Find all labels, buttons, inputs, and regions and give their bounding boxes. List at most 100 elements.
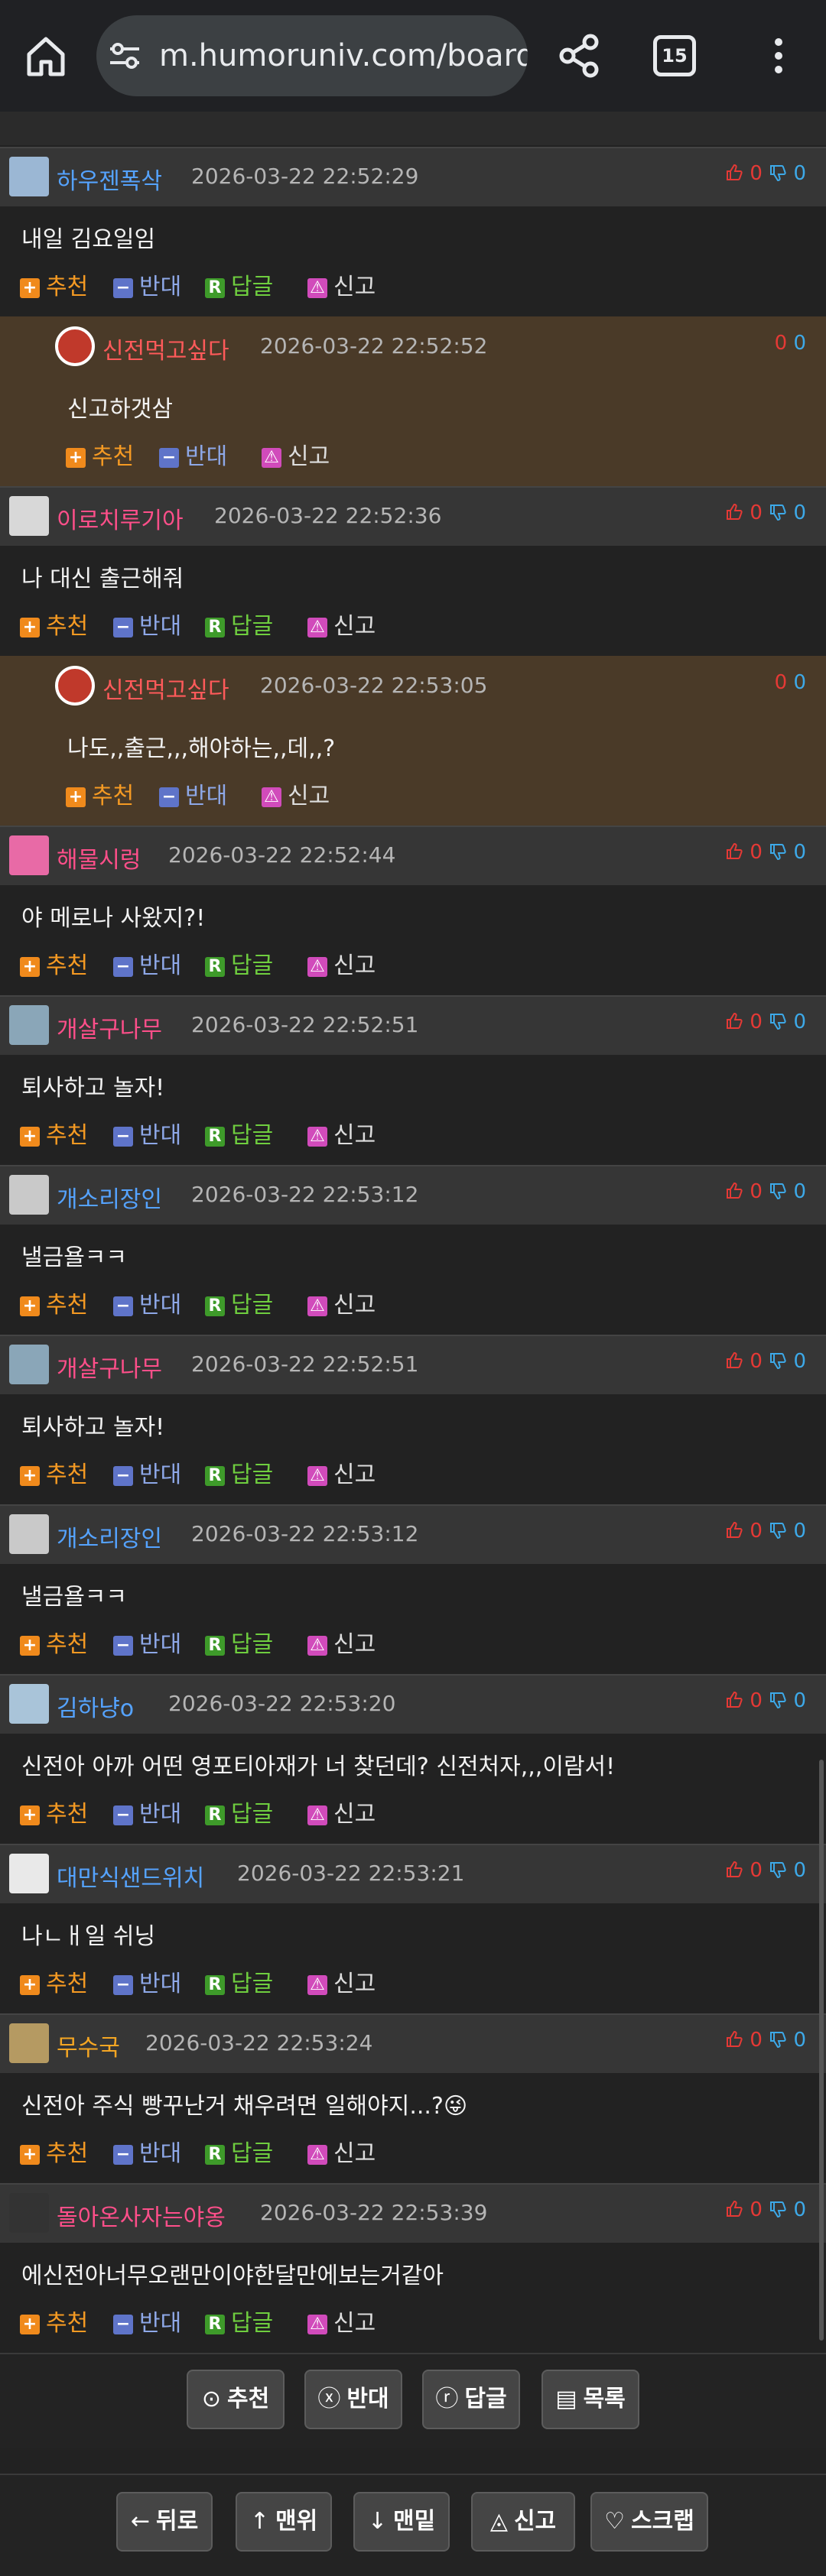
report-button[interactable]: ⚠ 신고 (307, 1799, 376, 1830)
recommend-circle-button[interactable]: ⊙ 추천 (187, 2370, 285, 2429)
oppose-button[interactable]: − 반대 (113, 1799, 181, 1830)
recommend-button[interactable]: + 추천 (20, 2308, 88, 2339)
report-button[interactable]: ⚠ 신고 (307, 1969, 376, 2000)
recommend-button[interactable]: + 추천 (20, 951, 88, 981)
recommend-button[interactable]: + 추천 (20, 1799, 88, 1830)
downvote-count[interactable]: 0 (769, 1350, 806, 1373)
scrollbar[interactable] (819, 1760, 824, 2341)
tune-icon[interactable] (104, 35, 145, 76)
downvote-count[interactable]: 0 (769, 2198, 806, 2221)
downvote-count[interactable]: 0 (769, 501, 806, 524)
oppose-button[interactable]: − 반대 (113, 1969, 181, 2000)
recommend-button[interactable]: + 추천 (20, 272, 88, 303)
oppose-button[interactable]: − 반대 (159, 781, 227, 812)
upvote-count[interactable]: 0 (725, 1859, 763, 1882)
upvote-count[interactable]: 0 (725, 1689, 763, 1712)
downvote-count[interactable]: 0 (769, 841, 806, 864)
downvote-count[interactable]: 0 (769, 1689, 806, 1712)
downvote-count[interactable]: 0 (769, 1859, 806, 1882)
reply-circle-button[interactable]: ⓡ 답글 (422, 2370, 520, 2429)
avatar[interactable] (9, 496, 49, 536)
comment-author[interactable]: 해물시렁 (57, 841, 141, 874)
report-button[interactable]: ◬ 신고 (471, 2492, 575, 2552)
upvote-count[interactable]: 0 (775, 332, 788, 355)
report-button[interactable]: ⚠ 신고 (262, 442, 330, 472)
reply-button[interactable]: R 답글 (205, 2139, 273, 2169)
avatar[interactable] (9, 1854, 49, 1893)
report-button[interactable]: ⚠ 신고 (307, 1630, 376, 1660)
comment-author[interactable]: 개소리장인 (57, 1180, 162, 1214)
upvote-count[interactable]: 0 (725, 501, 763, 524)
downvote-count[interactable]: 0 (769, 1011, 806, 1033)
upvote-count[interactable]: 0 (725, 1350, 763, 1373)
reply-button[interactable]: R 답글 (205, 1630, 273, 1660)
share-button[interactable] (551, 27, 609, 85)
reply-button[interactable]: R 답글 (205, 1121, 273, 1151)
avatar[interactable] (9, 157, 49, 196)
recommend-button[interactable]: + 추천 (20, 612, 88, 642)
arrow-up-button[interactable]: ↑ 맨위 (236, 2492, 332, 2552)
oppose-button[interactable]: − 반대 (113, 2139, 181, 2169)
oppose-button[interactable]: − 반대 (159, 442, 227, 472)
avatar[interactable] (9, 1345, 49, 1384)
oppose-button[interactable]: − 반대 (113, 272, 181, 303)
avatar[interactable] (9, 2193, 49, 2233)
tabs-button[interactable]: 15 (653, 35, 696, 76)
recommend-button[interactable]: + 추천 (20, 1460, 88, 1491)
oppose-button[interactable]: − 반대 (113, 612, 181, 642)
recommend-button[interactable]: + 추천 (20, 1630, 88, 1660)
address-bar[interactable]: m.humoruniv.com/board/read (96, 15, 528, 96)
upvote-count[interactable]: 0 (725, 1520, 763, 1543)
recommend-button[interactable]: + 추천 (66, 781, 134, 812)
reply-button[interactable]: R 답글 (205, 1799, 273, 1830)
upvote-count[interactable]: 0 (775, 671, 788, 694)
more-menu-button[interactable] (757, 27, 800, 85)
reply-button[interactable]: R 답글 (205, 612, 273, 642)
upvote-count[interactable]: 0 (725, 1180, 763, 1203)
avatar[interactable] (9, 1514, 49, 1554)
upvote-count[interactable]: 0 (725, 2198, 763, 2221)
reply-button[interactable]: R 답글 (205, 1460, 273, 1491)
oppose-button[interactable]: − 반대 (113, 1121, 181, 1151)
downvote-count[interactable]: 0 (793, 671, 806, 694)
recommend-button[interactable]: + 추천 (20, 1969, 88, 2000)
reply-button[interactable]: R 답글 (205, 1969, 273, 2000)
comment-author[interactable]: 하우젠폭삭 (57, 162, 162, 196)
comment-author[interactable]: 무수국 (57, 2029, 120, 2062)
avatar[interactable] (9, 1684, 49, 1724)
report-button[interactable]: ⚠ 신고 (307, 612, 376, 642)
avatar[interactable] (9, 1175, 49, 1215)
downvote-count[interactable]: 0 (769, 1180, 806, 1203)
reply-button[interactable]: R 답글 (205, 1290, 273, 1321)
comment-author[interactable]: 김하냥o (57, 1689, 134, 1723)
reply-button[interactable]: R 답글 (205, 951, 273, 981)
report-button[interactable]: ⚠ 신고 (262, 781, 330, 812)
upvote-count[interactable]: 0 (725, 162, 763, 185)
report-button[interactable]: ⚠ 신고 (307, 1121, 376, 1151)
comment-author[interactable]: 이로치루기아 (57, 501, 184, 535)
avatar[interactable] (9, 835, 49, 875)
comment-author[interactable]: 개살구나무 (57, 1011, 162, 1044)
heart-button[interactable]: ♡ 스크랩 (590, 2492, 708, 2552)
report-button[interactable]: ⚠ 신고 (307, 2308, 376, 2339)
comment-author[interactable]: 개소리장인 (57, 1520, 162, 1553)
avatar[interactable] (9, 2023, 49, 2063)
report-button[interactable]: ⚠ 신고 (307, 951, 376, 981)
oppose-circle-button[interactable]: ⓧ 반대 (304, 2370, 402, 2429)
arrow-down-button[interactable]: ↓ 맨밑 (353, 2492, 450, 2552)
comment-author[interactable]: 개살구나무 (57, 1350, 162, 1384)
upvote-count[interactable]: 0 (725, 841, 763, 864)
recommend-button[interactable]: + 추천 (20, 1290, 88, 1321)
comment-author[interactable]: 대만식샌드위치 (57, 1859, 204, 1893)
downvote-count[interactable]: 0 (769, 162, 806, 185)
avatar[interactable] (9, 1005, 49, 1045)
recommend-button[interactable]: + 추천 (66, 442, 134, 472)
arrow-left-button[interactable]: ← 뒤로 (116, 2492, 213, 2552)
comment-author[interactable]: 돌아온사자는야옹 (57, 2198, 226, 2232)
comment-author[interactable]: 신전먹고싶다 (102, 332, 229, 365)
oppose-button[interactable]: − 반대 (113, 1630, 181, 1660)
recommend-button[interactable]: + 추천 (20, 2139, 88, 2169)
oppose-button[interactable]: − 반대 (113, 951, 181, 981)
downvote-count[interactable]: 0 (769, 2029, 806, 2052)
oppose-button[interactable]: − 반대 (113, 1290, 181, 1321)
